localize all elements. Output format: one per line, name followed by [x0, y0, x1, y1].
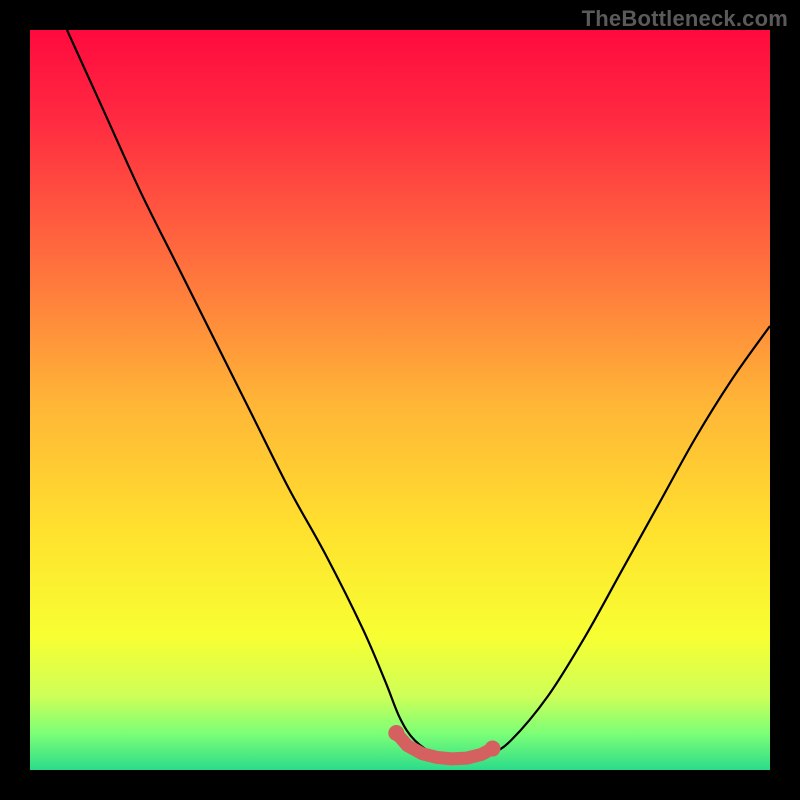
plot-background — [30, 30, 770, 770]
watermark-text: TheBottleneck.com — [582, 6, 788, 32]
bottleneck-chart — [0, 0, 800, 800]
chart-container: TheBottleneck.com — [0, 0, 800, 800]
highlight-dot — [485, 741, 501, 757]
highlight-dot — [388, 725, 404, 741]
